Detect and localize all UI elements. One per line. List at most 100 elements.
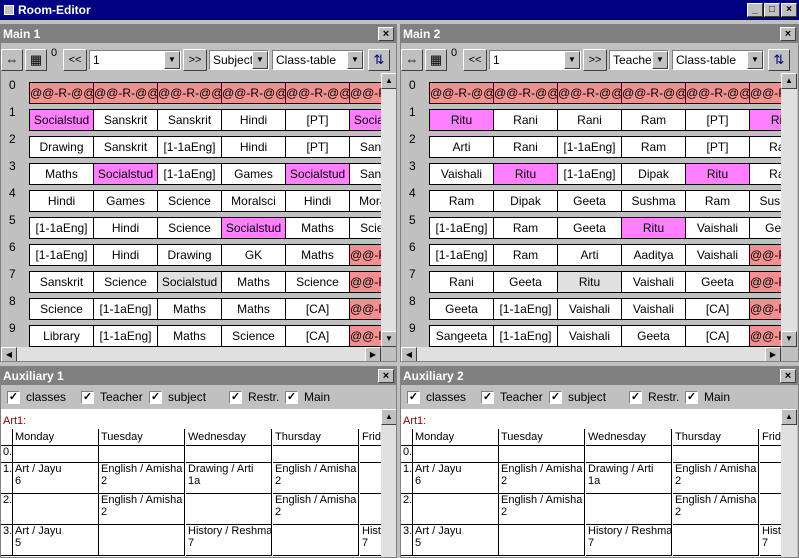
zoom-grid-icon[interactable]: ▦	[425, 49, 447, 71]
vertical-scrollbar[interactable]: ▲ ▼	[781, 73, 797, 347]
aux-cell[interactable]: Art / Jayu 5	[13, 525, 99, 556]
class-select[interactable]: 1 ▼	[89, 50, 181, 70]
checkbox-check-icon[interactable]: ✓	[481, 390, 494, 404]
timetable-cell[interactable]: Ritu	[429, 109, 494, 131]
timetable-cell[interactable]: Geeta	[749, 217, 781, 239]
nav-left-button[interactable]: <<	[463, 49, 487, 71]
timetable-cell[interactable]: Vaishali	[685, 217, 750, 239]
timetable-cell[interactable]: Ritu	[685, 163, 750, 185]
aux-cell[interactable]	[186, 446, 272, 463]
timetable-cell[interactable]: Science	[157, 190, 222, 212]
timetable-cell[interactable]: Ram	[621, 109, 686, 131]
timetable-cell[interactable]: Socialstud	[29, 109, 94, 131]
swap-arrows-icon[interactable]: ⇔	[401, 49, 423, 71]
aux-cell[interactable]	[499, 446, 585, 463]
timetable-cell[interactable]: [1-1aEng]	[93, 325, 158, 347]
aux-cell[interactable]	[186, 494, 272, 525]
timetable-cell[interactable]: Maths	[285, 244, 350, 266]
swap-arrows-icon[interactable]: ⇔	[1, 49, 23, 71]
timetable-cell[interactable]: Ram	[621, 136, 686, 158]
pane-close-button[interactable]: ×	[378, 369, 394, 383]
timetable-cell[interactable]: Ram	[685, 190, 750, 212]
timetable-cell[interactable]: [1-1aEng]	[557, 136, 622, 158]
timetable-cell[interactable]: Socialstud	[221, 217, 286, 239]
timetable-cell[interactable]: [CA]	[685, 325, 750, 347]
timetable-cell[interactable]: Rani	[493, 136, 558, 158]
timetable-cell[interactable]: Ritu	[557, 271, 622, 293]
aux-cell[interactable]	[273, 446, 359, 463]
horizontal-scrollbar[interactable]: ◀ ▶	[401, 347, 781, 361]
aux-cell[interactable]: English / Amisha 2	[273, 494, 359, 525]
timetable-cell[interactable]: @@-R-@@	[93, 82, 158, 104]
timetable-cell[interactable]: Science	[93, 271, 158, 293]
aux-cell[interactable]	[760, 446, 781, 463]
timetable-cell[interactable]: Dipak	[621, 163, 686, 185]
timetable-cell[interactable]: @@-R-@@	[349, 271, 381, 293]
timetable-cell[interactable]: [PT]	[685, 109, 750, 131]
aux-cell[interactable]	[673, 446, 759, 463]
checkbox-check-icon[interactable]: ✓	[407, 390, 420, 404]
vertical-scrollbar[interactable]: ▲ ▼	[381, 73, 396, 347]
timetable-cell[interactable]: Sanskrit	[157, 109, 222, 131]
scroll-up-icon[interactable]: ▲	[781, 409, 797, 425]
minimize-button[interactable]: _	[747, 3, 763, 17]
chevron-down-icon[interactable]: ▼	[564, 51, 580, 69]
aux-cell[interactable]	[413, 446, 499, 463]
timetable-cell[interactable]: Vaishali	[557, 298, 622, 320]
aux-cell[interactable]: Art / Jayu 6	[13, 463, 99, 494]
chevron-down-icon[interactable]: ▼	[347, 51, 363, 69]
timetable-cell[interactable]: Maths	[221, 271, 286, 293]
pane-close-button[interactable]: ×	[780, 27, 796, 41]
checkbox-check-icon[interactable]: ✓	[629, 390, 642, 404]
scroll-right-icon[interactable]: ▶	[765, 347, 781, 361]
timetable-cell[interactable]: @@-R-@@	[493, 82, 558, 104]
timetable-cell[interactable]: [CA]	[285, 325, 350, 347]
filter-checkbox[interactable]: ✓ Main	[285, 390, 330, 404]
checkbox-check-icon[interactable]: ✓	[7, 390, 20, 404]
timetable-cell[interactable]: Ram	[493, 217, 558, 239]
timetable-cell[interactable]: [PT]	[285, 136, 350, 158]
timetable-cell[interactable]: Ram	[493, 244, 558, 266]
timetable-cell[interactable]: Rani	[749, 136, 781, 158]
timetable-cell[interactable]: Hindi	[93, 244, 158, 266]
timetable-cell[interactable]: Arti	[429, 136, 494, 158]
timetable-cell[interactable]: Ritu	[749, 109, 781, 131]
aux-cell[interactable]	[360, 494, 381, 525]
timetable-cell[interactable]: @@-R-@@	[749, 271, 781, 293]
timetable-cell[interactable]: Ram	[429, 190, 494, 212]
timetable-cell[interactable]: Sushma	[749, 190, 781, 212]
timetable-cell[interactable]: Sanskrit	[93, 136, 158, 158]
pane-close-button[interactable]: ×	[780, 369, 796, 383]
aux-cell[interactable]	[586, 494, 672, 525]
scroll-left-icon[interactable]: ◀	[1, 347, 17, 361]
aux-cell[interactable]	[99, 446, 185, 463]
timetable-cell[interactable]: [1-1aEng]	[429, 217, 494, 239]
view-select[interactable]: Class-table ▼	[672, 50, 764, 70]
timetable-cell[interactable]: Maths	[285, 217, 350, 239]
filter-checkbox[interactable]: ✓ Main	[685, 390, 730, 404]
aux-cell[interactable]: History / Reshma7	[586, 525, 672, 556]
timetable-cell[interactable]: @@-R-@@	[285, 82, 350, 104]
timetable-cell[interactable]: Moralsci	[349, 190, 381, 212]
checkbox-check-icon[interactable]: ✓	[81, 390, 94, 404]
filter-checkbox[interactable]: ✓ classes	[7, 390, 66, 404]
timetable-cell[interactable]: Geeta	[493, 271, 558, 293]
timetable-cell[interactable]: [PT]	[685, 136, 750, 158]
timetable-cell[interactable]: Moralsci	[221, 190, 286, 212]
checkbox-check-icon[interactable]: ✓	[229, 390, 242, 404]
aux-cell[interactable]: Art / Jayu 6	[413, 463, 499, 494]
timetable-cell[interactable]: [1-1aEng]	[93, 298, 158, 320]
checkbox-check-icon[interactable]: ✓	[285, 390, 298, 404]
aux-cell[interactable]	[760, 463, 781, 494]
timetable-cell[interactable]: @@-R-@@	[621, 82, 686, 104]
timetable-cell[interactable]: @@-R-@@	[557, 82, 622, 104]
timetable-cell[interactable]: [1-1aEng]	[493, 298, 558, 320]
timetable-cell[interactable]: Hindi	[221, 136, 286, 158]
sort-icon[interactable]: ⇅	[768, 49, 790, 71]
timetable-cell[interactable]: Hindi	[29, 190, 94, 212]
aux-cell[interactable]: History / Reshma7	[760, 525, 781, 556]
aux-cell[interactable]: English / Amisha 2	[273, 463, 359, 494]
aux-cell[interactable]	[499, 525, 585, 556]
timetable-cell[interactable]: Hindi	[221, 109, 286, 131]
timetable-cell[interactable]: Geeta	[685, 271, 750, 293]
